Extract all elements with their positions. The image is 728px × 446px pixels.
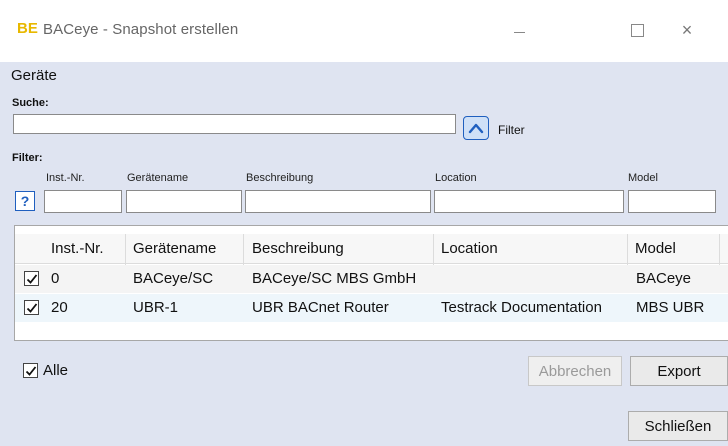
row-checkbox[interactable] bbox=[24, 271, 39, 286]
cell-location: Testrack Documentation bbox=[441, 299, 602, 316]
filter-header-name: Gerätename bbox=[127, 172, 189, 184]
column-header-name[interactable]: Gerätename bbox=[133, 240, 216, 257]
search-label: Suche: bbox=[12, 97, 49, 109]
cell-description: UBR BACnet Router bbox=[252, 299, 389, 316]
device-grid: Inst.-Nr. Gerätename Beschreibung Locati… bbox=[14, 225, 728, 341]
table-row[interactable]: 20 UBR-1 UBR BACnet Router Testrack Docu… bbox=[15, 294, 728, 322]
filter-input-name[interactable] bbox=[126, 190, 242, 213]
search-input[interactable] bbox=[13, 114, 456, 134]
help-button[interactable]: ? bbox=[15, 191, 35, 211]
minimize-icon[interactable] bbox=[496, 14, 542, 46]
checkmark-icon bbox=[26, 302, 37, 313]
cell-model: MBS UBR bbox=[636, 299, 705, 316]
filter-toggle-button[interactable] bbox=[463, 116, 489, 140]
chevron-up-icon bbox=[468, 123, 484, 134]
filter-header-location: Location bbox=[435, 172, 477, 184]
grid-header: Inst.-Nr. Gerätename Beschreibung Locati… bbox=[15, 234, 728, 264]
app-logo: BE bbox=[17, 20, 38, 37]
filter-toggle-label: Filter bbox=[498, 123, 525, 137]
devices-section-title: Geräte bbox=[11, 67, 57, 84]
close-icon[interactable]: × bbox=[664, 14, 710, 46]
filter-header-inst: Inst.-Nr. bbox=[46, 172, 85, 184]
window-title: BACeye - Snapshot erstellen bbox=[43, 21, 239, 38]
column-header-description[interactable]: Beschreibung bbox=[252, 240, 344, 257]
table-row[interactable]: 0 BACeye/SC BACeye/SC MBS GmbH BACeye bbox=[15, 265, 728, 293]
select-all-label: Alle bbox=[43, 362, 69, 379]
column-header-location[interactable]: Location bbox=[441, 240, 498, 257]
export-button[interactable]: Export bbox=[630, 356, 728, 386]
checkmark-icon bbox=[25, 365, 36, 376]
filter-label: Filter: bbox=[12, 152, 43, 164]
filter-header-description: Beschreibung bbox=[246, 172, 314, 184]
filter-header-model: Model bbox=[628, 172, 658, 184]
filter-input-model[interactable] bbox=[628, 190, 716, 213]
filter-input-description[interactable] bbox=[245, 190, 431, 213]
checkmark-icon bbox=[26, 273, 37, 284]
row-checkbox[interactable] bbox=[24, 300, 39, 315]
cell-model: BACeye bbox=[636, 270, 692, 287]
cell-inst: 0 bbox=[51, 270, 60, 287]
select-all-checkbox[interactable] bbox=[23, 363, 38, 378]
maximize-icon[interactable] bbox=[614, 14, 660, 46]
cell-inst: 20 bbox=[51, 299, 68, 316]
cell-name: UBR-1 bbox=[133, 299, 179, 316]
column-header-model[interactable]: Model bbox=[635, 240, 676, 257]
filter-input-location[interactable] bbox=[434, 190, 624, 213]
close-button[interactable]: Schließen bbox=[628, 411, 728, 441]
cell-description: BACeye/SC MBS GmbH bbox=[252, 270, 417, 287]
cell-name: BACeye/SC bbox=[133, 270, 214, 287]
column-header-inst[interactable]: Inst.-Nr. bbox=[51, 240, 104, 257]
title-bar: BE BACeye - Snapshot erstellen × bbox=[0, 0, 728, 62]
filter-input-inst[interactable] bbox=[44, 190, 122, 213]
cancel-button[interactable]: Abbrechen bbox=[528, 356, 622, 386]
